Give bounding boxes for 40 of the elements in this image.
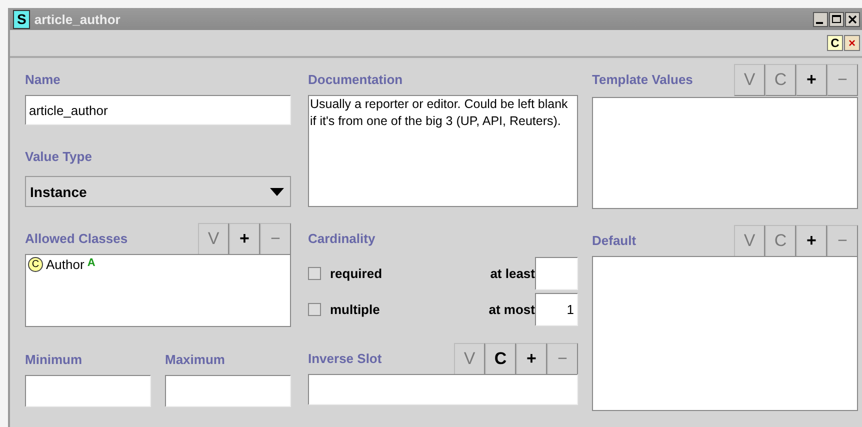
window-title: article_author	[34, 12, 122, 26]
field-label: Inverse Slot	[308, 351, 382, 366]
name-field[interactable]: article_author	[25, 95, 291, 125]
field-label: Allowed Classes	[25, 231, 128, 246]
toolbar-button[interactable]: +	[796, 64, 827, 96]
slot-badge: S	[13, 10, 30, 28]
class-icon: C	[28, 257, 43, 272]
checkbox[interactable]	[308, 303, 321, 316]
bound-field[interactable]: 1	[535, 293, 578, 326]
documentation-field[interactable]: Usually a reporter or editor. Could be left blank if it's from one of the big 3 (UP, API, Reuters).	[308, 95, 578, 207]
maximum-field[interactable]	[165, 375, 291, 407]
toolbar-button[interactable]: +	[516, 342, 547, 374]
toolbar-button[interactable]: C	[485, 342, 516, 374]
field-label: Default	[592, 233, 636, 248]
checkbox[interactable]	[308, 267, 321, 280]
minimize-icon[interactable]	[813, 12, 828, 26]
bound-label: at most	[488, 302, 535, 317]
checkbox-label: required	[330, 266, 382, 281]
maximize-icon[interactable]	[829, 12, 844, 26]
header-button[interactable]: ×	[844, 35, 860, 51]
class-marker: A	[87, 257, 96, 269]
field-label: Name	[25, 72, 60, 87]
checkbox-label: multiple	[330, 302, 380, 317]
field-label: Maximum	[165, 352, 226, 367]
close-icon[interactable]	[845, 12, 860, 26]
class-name[interactable]: Author	[46, 257, 84, 272]
minimum-field[interactable]	[25, 375, 151, 407]
value-type-dropdown[interactable]: Instance	[25, 176, 291, 207]
toolbar-button[interactable]: +	[796, 224, 827, 256]
inverse-slot-field[interactable]	[308, 374, 578, 405]
field-label: Value Type	[25, 149, 92, 164]
toolbar-button[interactable]: +	[229, 222, 260, 254]
field-label: Documentation	[308, 72, 403, 87]
field-label: Minimum	[25, 352, 84, 367]
field-label: Cardinality	[308, 231, 376, 246]
header-button[interactable]: C	[827, 35, 843, 51]
caret-icon	[270, 188, 284, 196]
field-label: Template Values	[592, 72, 693, 87]
bound-field[interactable]	[535, 257, 578, 290]
bound-label: at least	[490, 266, 535, 281]
